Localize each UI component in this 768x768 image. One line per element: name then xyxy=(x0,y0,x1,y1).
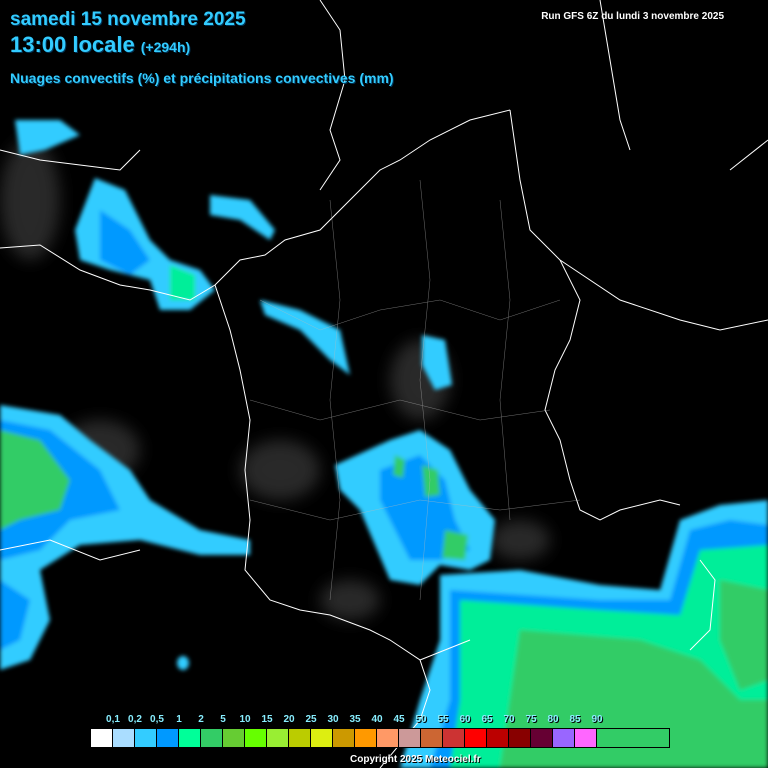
map-subtitle: Nuages convectifs (%) et précipitations … xyxy=(10,70,394,86)
legend-label: 60 xyxy=(459,714,471,725)
legend-swatch xyxy=(135,729,157,747)
legend-swatch xyxy=(333,729,355,747)
legend-swatch xyxy=(267,729,289,747)
legend-label: 40 xyxy=(371,714,383,725)
legend-swatch xyxy=(553,729,575,747)
legend-swatch xyxy=(223,729,245,747)
legend-swatch xyxy=(443,729,465,747)
legend-swatch xyxy=(113,729,135,747)
forecast-date: samedi 15 novembre 2025 xyxy=(10,9,246,30)
legend-label: 80 xyxy=(547,714,559,725)
legend-label: 0,2 xyxy=(128,714,142,725)
legend-label: 15 xyxy=(261,714,273,725)
legend-swatch xyxy=(531,729,553,747)
legend-label: 2 xyxy=(198,714,204,725)
color-legend: 0,1 0,2 0,5 1 2 5 10 15 20 25 30 35 40 45 50 55 60 65 70 75… xyxy=(90,714,670,748)
legend-swatch xyxy=(399,729,421,747)
legend-label: 25 xyxy=(305,714,317,725)
legend-swatch xyxy=(509,729,531,747)
local-time: 13:00 locale xyxy=(10,32,135,57)
legend-swatch xyxy=(487,729,509,747)
model-run: Run GFS 6Z du lundi 3 novembre 2025 xyxy=(541,11,724,22)
legend-label: 35 xyxy=(349,714,361,725)
legend-label: 1 xyxy=(176,714,182,725)
legend-swatch xyxy=(311,729,333,747)
legend-swatch xyxy=(465,729,487,747)
copyright: Copyright 2025 Meteociel.fr xyxy=(350,754,481,765)
legend-swatch xyxy=(377,729,399,747)
legend-swatch xyxy=(179,729,201,747)
legend-label: 10 xyxy=(239,714,251,725)
legend-swatch xyxy=(289,729,311,747)
forecast-time: 13:00 locale (+294h) xyxy=(10,32,190,58)
legend-label: 0,5 xyxy=(150,714,164,725)
legend-label: 55 xyxy=(437,714,449,725)
legend-label: 75 xyxy=(525,714,537,725)
legend-swatch xyxy=(355,729,377,747)
legend-swatch xyxy=(157,729,179,747)
lead-time: (+294h) xyxy=(140,39,191,55)
legend-label: 5 xyxy=(220,714,226,725)
legend-label: 70 xyxy=(503,714,515,725)
legend-swatch xyxy=(201,729,223,747)
legend-swatch xyxy=(91,729,113,747)
legend-label: 85 xyxy=(569,714,581,725)
legend-label: 65 xyxy=(481,714,493,725)
weather-map: samedi 15 novembre 2025 13:00 locale (+29… xyxy=(0,0,768,768)
legend-labels: 0,1 0,2 0,5 1 2 5 10 15 20 25 30 35 40 45 50 55 60 65 70 75… xyxy=(90,714,670,728)
legend-label: 50 xyxy=(415,714,427,725)
legend-label: 20 xyxy=(283,714,295,725)
legend-swatch xyxy=(575,729,597,747)
map-canvas xyxy=(0,0,768,768)
legend-label: 45 xyxy=(393,714,405,725)
legend-swatch xyxy=(421,729,443,747)
legend-boxes xyxy=(90,728,670,748)
legend-label: 0,1 xyxy=(106,714,120,725)
legend-label: 30 xyxy=(327,714,339,725)
legend-label: 90 xyxy=(591,714,603,725)
legend-swatch xyxy=(245,729,267,747)
